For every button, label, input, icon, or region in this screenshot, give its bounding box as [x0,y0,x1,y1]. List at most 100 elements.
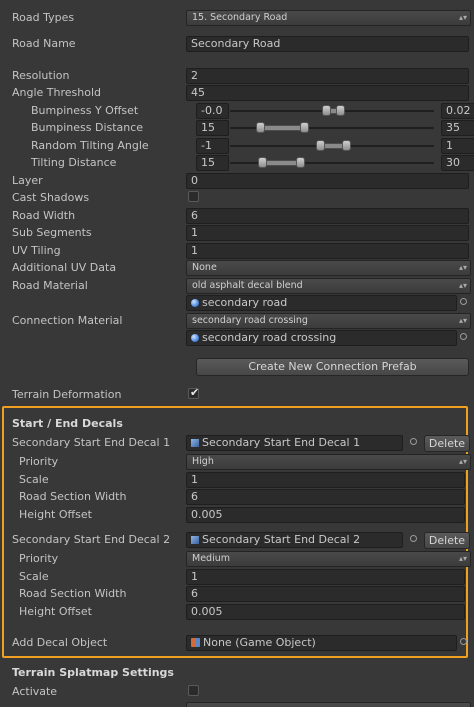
decal2-height-row: Height Offset 0.005 [0,604,474,621]
bumpiness-distance-max-input[interactable]: 35 [441,120,474,136]
decal2-delete-button[interactable]: Delete [424,532,470,549]
bumpiness-y-min-handle[interactable] [322,105,331,116]
object-picker-icon[interactable] [410,438,417,445]
road-name-row: Road Name Secondary Road [0,36,474,53]
decal2-width-input[interactable]: 6 [186,586,465,602]
splatmap-header-row: Terrain Splatmap Settings [0,665,474,682]
decal2-scale-row: Scale 1 [0,569,474,586]
decal1-delete-button[interactable]: Delete [424,435,470,452]
dropdown-arrow-icon: ▴▾ [458,316,467,325]
object-picker-icon[interactable] [460,638,467,645]
road-name-input[interactable]: Secondary Road [186,36,469,52]
connection-material-dropdown[interactable]: secondary road crossing ▴▾ [186,313,471,329]
road-material-dropdown[interactable]: old asphalt decal blend ▴▾ [186,278,471,294]
splatmap-activate-label: Activate [12,685,58,698]
add-decal-object-field[interactable]: None (Game Object) [186,635,457,651]
tilting-angle-min-handle[interactable] [316,140,325,151]
decal2-object-field[interactable]: Secondary Start End Decal 2 [186,532,403,548]
material-sphere-icon [191,299,199,307]
decal2-height-label: Height Offset [19,605,92,618]
tilting-angle-min-input[interactable]: -1 [196,138,229,154]
terrain-deformation-checkbox[interactable] [188,386,199,399]
bumpiness-y-max-input[interactable]: 0.02 [441,103,474,119]
tilting-distance-label: Tilting Distance [31,156,117,169]
layer-input[interactable]: 0 [186,173,469,189]
decals-header-row: Start / End Decals [0,416,474,433]
splatmap-activate-checkbox[interactable] [188,685,199,696]
decal2-width-row: Road Section Width 6 [0,586,474,603]
splatmap-section-title: Terrain Splatmap Settings [12,666,174,679]
cast-shadows-checkbox[interactable] [188,191,199,202]
decal2-priority-value: Medium [192,553,230,564]
tilting-distance-min-input[interactable]: 15 [196,155,229,171]
connection-material-value: secondary road crossing [192,315,308,326]
resolution-label: Resolution [12,69,70,82]
bumpiness-distance-min-handle[interactable] [256,122,265,133]
connection-material-object-field[interactable]: secondary road crossing [186,330,457,346]
decal2-priority-dropdown[interactable]: Medium ▴▾ [186,551,471,567]
object-picker-icon[interactable] [410,535,417,542]
bumpiness-distance-max-handle[interactable] [300,122,309,133]
road-material-label: Road Material [12,279,88,292]
road-material-row: Road Material old asphalt decal blend ▴▾ [0,278,474,295]
dropdown-arrow-icon: ▴▾ [458,281,467,290]
bumpiness-distance-min-input[interactable]: 15 [196,120,229,136]
tilting-distance-row: Tilting Distance 15 30 [0,155,474,172]
connection-material-object-row: secondary road crossing [0,330,474,347]
decals-section-title: Start / End Decals [12,417,123,430]
decal1-priority-dropdown[interactable]: High ▴▾ [186,454,471,470]
decal2-label: Secondary Start End Decal 2 [12,533,171,546]
resolution-row: Resolution 2 [0,68,474,85]
additional-uv-label: Additional UV Data [12,261,117,274]
create-prefab-row: Create New Connection Prefab [0,358,474,376]
dropdown-arrow-icon: ▴▾ [458,263,467,272]
sub-segments-input[interactable]: 1 [186,225,469,241]
bumpiness-y-min-input[interactable]: -0.0 [196,103,229,119]
angle-threshold-input[interactable]: 45 [186,85,469,101]
object-picker-icon[interactable] [460,333,467,340]
create-connection-prefab-button[interactable]: Create New Connection Prefab [196,358,469,376]
bumpiness-distance-label: Bumpiness Distance [31,121,144,134]
object-picker-icon[interactable] [460,298,467,305]
decal1-scale-input[interactable]: 1 [186,472,465,488]
tilting-distance-max-handle[interactable] [296,157,305,168]
uv-tiling-label: UV Tiling [12,244,61,257]
tilting-distance-max-input[interactable]: 30 [441,155,474,171]
decal2-priority-row: Priority Medium ▴▾ [0,551,474,568]
cast-shadows-row: Cast Shadows [0,190,474,207]
uv-tiling-input[interactable]: 1 [186,243,469,259]
terrain-deformation-row: Terrain Deformation [0,386,474,404]
decal2-scale-input[interactable]: 1 [186,569,465,585]
decal2-height-input[interactable]: 0.005 [186,604,465,620]
decal1-priority-value: High [192,456,214,467]
decal1-object-field[interactable]: Secondary Start End Decal 1 [186,435,403,451]
dropdown-arrow-icon: ▴▾ [458,554,467,563]
decal1-object-value: Secondary Start End Decal 1 [202,436,361,449]
road-types-value: 15. Secondary Road [192,12,288,23]
road-types-label: Road Types [12,11,75,24]
cutoff-dropdown[interactable] [186,702,471,707]
add-decal-label: Add Decal Object [12,636,108,649]
decal1-height-row: Height Offset 0.005 [0,507,474,524]
layer-row: Layer 0 [0,173,474,190]
tilting-distance-min-handle[interactable] [258,157,267,168]
bumpiness-y-max-handle[interactable] [336,105,345,116]
tilting-angle-max-input[interactable]: 1 [441,138,474,154]
add-decal-value: None (Game Object) [203,636,316,649]
decal1-width-input[interactable]: 6 [186,489,465,505]
road-types-dropdown[interactable]: 15. Secondary Road ▴▾ [186,10,471,26]
road-width-input[interactable]: 6 [186,208,469,224]
splatmap-activate-row: Activate [0,684,474,701]
road-material-object-field[interactable]: secondary road [186,295,457,311]
connection-material-label: Connection Material [12,314,123,327]
angle-threshold-label: Angle Threshold [12,86,102,99]
tilting-angle-max-handle[interactable] [342,140,351,151]
additional-uv-dropdown[interactable]: None ▴▾ [186,260,471,276]
resolution-input[interactable]: 2 [186,68,469,84]
road-material-object-value: secondary road [202,296,288,309]
connection-material-object-value: secondary road crossing [202,331,337,344]
decal1-height-input[interactable]: 0.005 [186,507,465,523]
angle-threshold-row: Angle Threshold 45 [0,85,474,102]
dropdown-arrow-icon: ▴▾ [458,13,467,22]
decal1-row: Secondary Start End Decal 1 Secondary St… [0,435,474,452]
